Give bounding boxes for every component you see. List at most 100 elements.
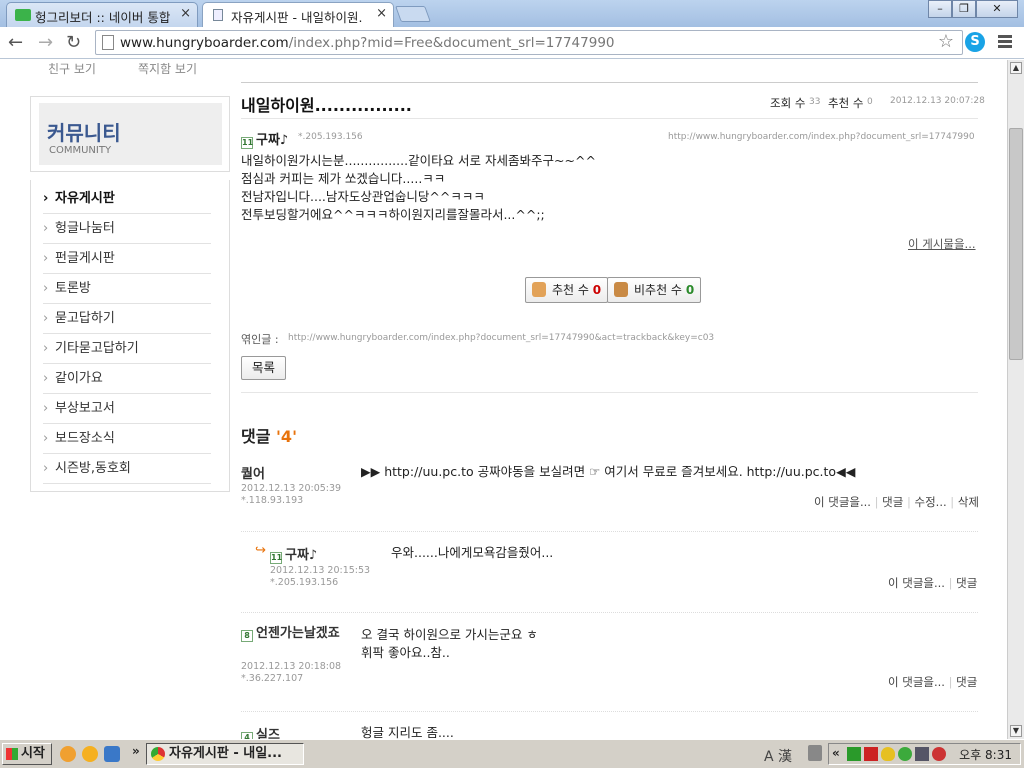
unrecommend-count: 0 — [685, 283, 695, 297]
post-body-line: 전남자입니다....남자도상관업숩니당^^ㅋㅋㅋ — [241, 189, 485, 204]
post-title: 내일하이원................ — [241, 96, 412, 115]
vertical-scrollbar[interactable]: ▲ ▼ — [1007, 60, 1024, 739]
comment-date: 2012.12.13 20:15:53 — [270, 565, 371, 576]
reply-arrow-icon: ↪ — [255, 543, 266, 558]
chrome-icon — [151, 747, 165, 761]
recommend-count: 0 — [592, 283, 602, 297]
divider — [241, 82, 978, 83]
quicklaunch-firefox-icon[interactable] — [82, 746, 98, 762]
tray-network-icon[interactable] — [915, 747, 929, 761]
comment-delete-link[interactable]: 삭제 — [958, 495, 979, 509]
tray-shield-icon[interactable] — [881, 747, 895, 761]
quicklaunch-browser-icon[interactable] — [60, 746, 76, 762]
comment-more-link[interactable]: 이 댓글을... — [814, 495, 871, 509]
community-subtitle: COMMUNITY — [49, 145, 112, 156]
post-more-link[interactable]: 이 게시물을... — [908, 236, 976, 252]
messages-link[interactable]: 쪽지함 보기 — [138, 60, 197, 77]
comment-reply-link[interactable]: 댓글 — [882, 495, 903, 509]
sidebar-item-season-club[interactable]: 시즌방,동호회 — [43, 454, 211, 484]
task-label: 자유게시판 - 내일... — [169, 746, 282, 761]
comment-author[interactable]: 4 실즈 — [241, 724, 280, 739]
level-icon: 11 — [270, 552, 283, 564]
sidebar-item-fun-board[interactable]: 펀글게시판 — [43, 244, 211, 274]
tray-ati-icon[interactable] — [864, 747, 878, 761]
close-window-button[interactable]: ✕ — [976, 0, 1018, 18]
ime-indicator[interactable]: A 漢 — [764, 746, 792, 766]
comment-body: 휘팍 좋아요..참.. — [361, 645, 450, 660]
sidebar-item-sharing[interactable]: 헝글나눔터 — [43, 214, 211, 244]
comment-author[interactable]: 11 구짜♪ — [270, 544, 317, 564]
friends-link[interactable]: 친구 보기 — [48, 60, 96, 77]
back-arrow-icon[interactable]: ← — [8, 32, 23, 53]
bookmark-star-icon[interactable]: ☆ — [938, 31, 954, 52]
tab-close-icon[interactable]: × — [180, 6, 191, 21]
unrecommend-button[interactable]: 비추천 수 0 — [607, 277, 702, 303]
skype-icon[interactable]: S — [965, 32, 985, 52]
tray-antivirus-icon[interactable] — [932, 747, 946, 761]
sidebar-item-go-together[interactable]: 같이가요 — [43, 364, 211, 394]
scroll-down-icon[interactable]: ▼ — [1010, 725, 1022, 737]
tab-label: 헝그리보더 :: 네이버 통합 — [35, 10, 171, 25]
sidebar-item-resort-news[interactable]: 보드장소식 — [43, 424, 211, 454]
comment-more-link[interactable]: 이 댓글을... — [888, 576, 945, 590]
comment-edit-link[interactable]: 수정... — [915, 495, 947, 509]
comment-ip: *.36.227.107 — [241, 673, 304, 684]
trackback-url[interactable]: http://www.hungryboarder.com/index.php?d… — [288, 333, 714, 343]
scroll-up-icon[interactable]: ▲ — [1010, 62, 1022, 74]
sidebar-menu: 자유게시판 헝글나눔터 펀글게시판 토론방 묻고답하기 기타묻고답하기 같이가요… — [30, 180, 230, 492]
reload-icon[interactable]: ↻ — [66, 32, 81, 53]
menu-wrench-icon[interactable] — [998, 35, 1012, 50]
level-icon: 4 — [241, 732, 253, 739]
comment-reply-link[interactable]: 댓글 — [956, 675, 977, 689]
comment-author-name: 구짜♪ — [285, 548, 318, 563]
scroll-thumb[interactable] — [1009, 128, 1023, 360]
sidebar-item-injury-report[interactable]: 부상보고서 — [43, 394, 211, 424]
tray-r-icon[interactable] — [847, 747, 861, 761]
list-button[interactable]: 목록 — [241, 356, 287, 380]
address-bar[interactable]: www.hungryboarder.com/index.php?mid=Free… — [95, 30, 963, 55]
ime-tool-icon[interactable] — [808, 745, 822, 761]
comment-actions: 이 댓글을... | 댓글 — [888, 675, 978, 689]
sidebar-top-links: 친구 보기 쪽지함 보기 — [30, 60, 230, 86]
green-favicon-icon — [15, 9, 31, 21]
post-date: 2012.12.13 20:07:28 — [890, 96, 985, 106]
start-button[interactable]: 시작 — [2, 743, 52, 765]
restore-button[interactable]: ❐ — [952, 0, 976, 18]
new-tab-button[interactable] — [395, 6, 431, 22]
tab-free-board[interactable]: 자유게시판 - 내일하이원. × — [202, 2, 394, 28]
tab-close-icon[interactable]: × — [376, 6, 387, 21]
document-url[interactable]: http://www.hungryboarder.com/index.php?d… — [668, 132, 975, 142]
clock: 오후 8:31 — [959, 748, 1012, 762]
comment-author[interactable]: 퀄어 — [241, 463, 265, 482]
quicklaunch-ie-icon[interactable] — [104, 746, 120, 762]
community-banner-bg: 커뮤니티 COMMUNITY — [39, 103, 222, 165]
recommend-button[interactable]: 추천 수 0 — [525, 277, 609, 303]
url-path: /index.php?mid=Free&document_srl=1774799… — [288, 35, 615, 51]
start-label: 시작 — [21, 746, 45, 761]
comment-body: 오 결국 하이원으로 가시는군요 ㅎ — [361, 627, 538, 642]
comment-more-link[interactable]: 이 댓글을... — [888, 675, 945, 689]
thumbs-down-icon — [614, 282, 628, 297]
forward-arrow-icon[interactable]: → — [38, 32, 53, 53]
tab-naver[interactable]: 헝그리보더 :: 네이버 통합 × — [6, 2, 198, 27]
url-text[interactable]: www.hungryboarder.com/index.php?mid=Free… — [120, 35, 615, 51]
minimize-button[interactable]: – — [928, 0, 952, 18]
tray-expand-icon[interactable]: « — [832, 746, 840, 760]
post-body-line: 전투보딩할거에요^^ㅋㅋㅋ하이원지리를잘몰라서...^^;; — [241, 207, 545, 222]
level-icon: 11 — [241, 137, 254, 149]
level-icon: 8 — [241, 630, 253, 642]
comment-date: 2012.12.13 20:18:08 — [241, 661, 342, 672]
sidebar-item-qna[interactable]: 묻고답하기 — [43, 304, 211, 334]
thumbs-up-icon — [532, 282, 546, 297]
quicklaunch-more-icon[interactable]: » — [132, 744, 140, 758]
post-author[interactable]: 11 구짜♪ — [241, 129, 288, 149]
sidebar-item-other-qna[interactable]: 기타묻고답하기 — [43, 334, 211, 364]
sidebar-item-debate[interactable]: 토론방 — [43, 274, 211, 304]
taskbar-chrome-window[interactable]: 자유게시판 - 내일... — [146, 743, 304, 765]
sidebar-item-free-board[interactable]: 자유게시판 — [43, 184, 211, 214]
comment-author[interactable]: 8 언젠가는날겠죠 — [241, 626, 341, 642]
windows-flag-icon — [6, 748, 18, 760]
tray-security-icon[interactable] — [898, 747, 912, 761]
tab-label: 자유게시판 - 내일하이원. — [231, 10, 363, 25]
comment-reply-link[interactable]: 댓글 — [956, 576, 977, 590]
